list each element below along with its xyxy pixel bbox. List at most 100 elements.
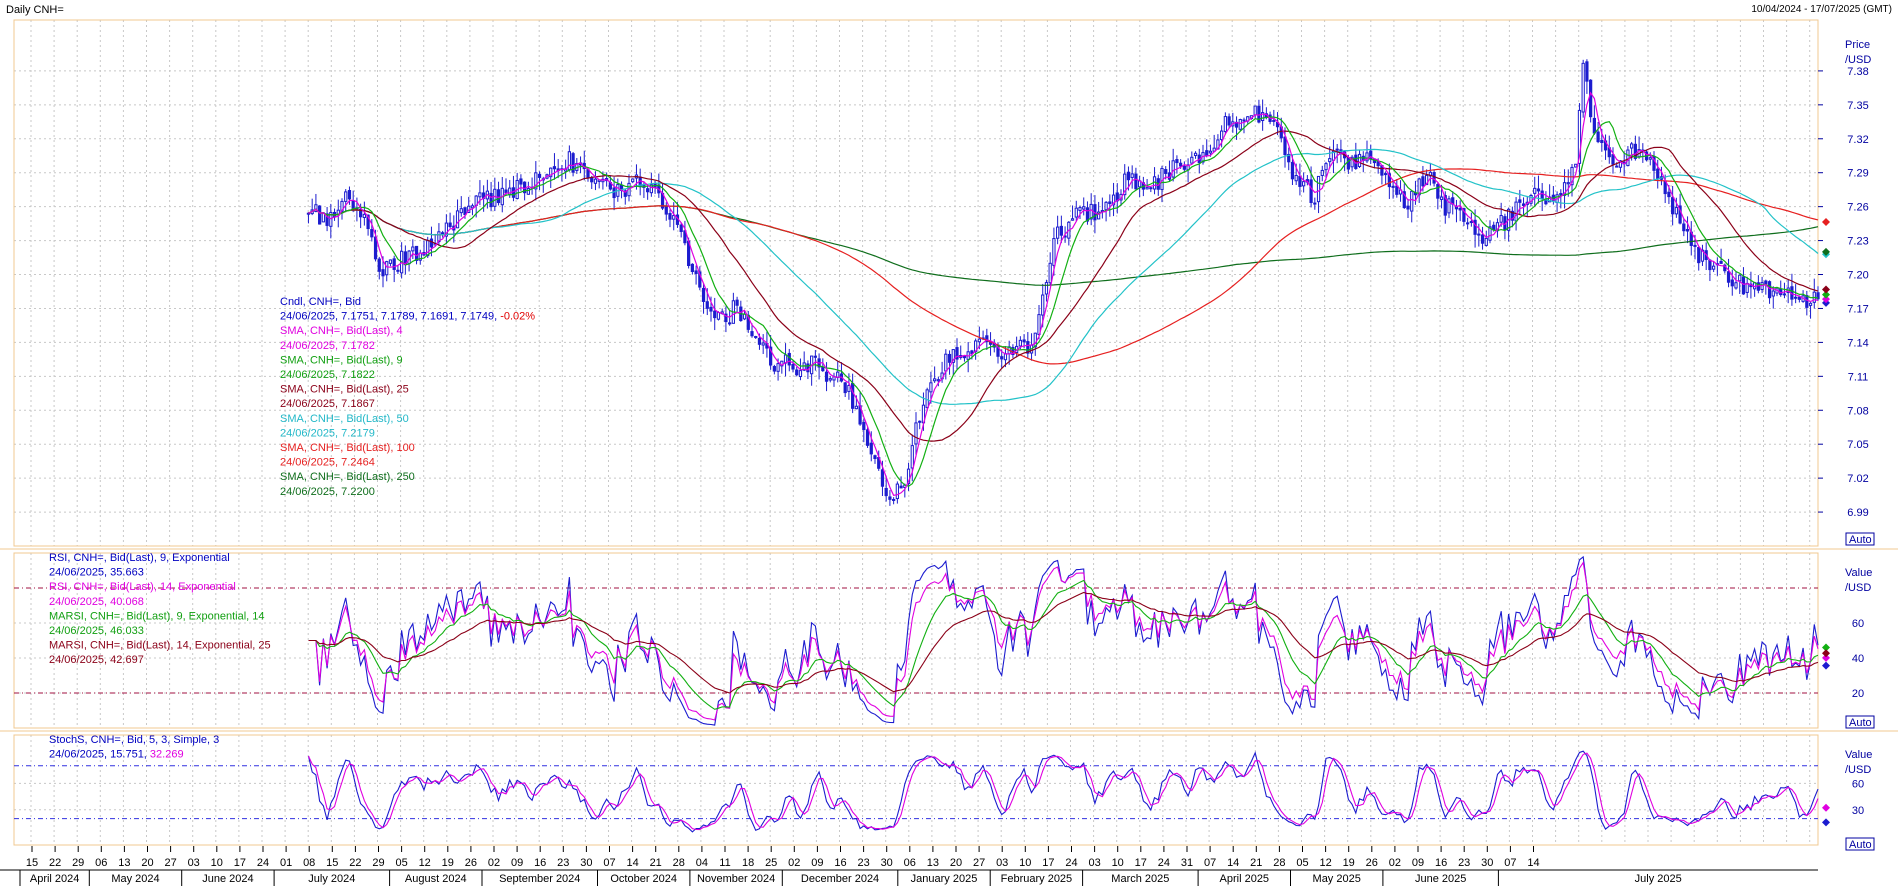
time-tick-label: 03 xyxy=(188,857,200,869)
candle-body xyxy=(1514,201,1518,222)
candle-body xyxy=(787,352,791,366)
candle-body xyxy=(1741,276,1746,295)
price-legend-row: SMA, CNH=, Bid(Last), 50 xyxy=(280,413,409,425)
candle-body xyxy=(1771,290,1775,297)
candle-body xyxy=(1242,119,1246,122)
candle-body xyxy=(1082,206,1086,210)
candle-body xyxy=(1589,79,1593,118)
candle-body xyxy=(865,429,870,446)
time-tick-label: 17 xyxy=(234,857,246,869)
time-tick-label: 16 xyxy=(1435,857,1447,869)
candle-body xyxy=(1410,190,1414,212)
candle-body xyxy=(478,192,482,198)
candle-body xyxy=(1059,225,1063,236)
candle-body xyxy=(370,229,374,238)
time-tick-label: 29 xyxy=(372,857,384,869)
month-label: May 2025 xyxy=(1313,873,1361,885)
candle-body xyxy=(798,370,803,378)
candle-body xyxy=(1018,339,1022,347)
candle-body xyxy=(1175,159,1179,164)
candle-body xyxy=(459,208,463,214)
time-tick-label: 26 xyxy=(1366,857,1378,869)
candle-body xyxy=(1432,172,1436,184)
candle-body xyxy=(1697,247,1701,264)
price-marker-sma25 xyxy=(1822,285,1830,294)
chart-canvas[interactable]: 6.99 7.02 7.05 7.08 7.11 7.14 7.17 7.20 7.23 7.26… xyxy=(0,0,1898,889)
price-legend-row: 24/06/2025, 7.1822 xyxy=(280,369,375,381)
candle-body xyxy=(1223,116,1227,133)
time-tick-label: 08 xyxy=(303,857,315,869)
time-tick-label: 16 xyxy=(534,857,546,869)
rsi-legend-row: 24/06/2025, 35.663 xyxy=(49,567,144,579)
candle-body xyxy=(962,355,967,359)
month-label: April 2025 xyxy=(1220,873,1270,885)
price-tick-label: 7.23 xyxy=(1847,236,1868,248)
month-label: August 2024 xyxy=(405,873,467,885)
candle-body xyxy=(537,173,542,178)
candle-body xyxy=(936,379,940,382)
candle-body xyxy=(884,487,888,497)
candle-body xyxy=(1309,179,1313,203)
price-legend-row: SMA, CNH=, Bid(Last), 25 xyxy=(280,384,409,396)
time-tick-label: 27 xyxy=(164,857,176,869)
candle-body xyxy=(1782,293,1787,296)
candle-body xyxy=(1484,237,1488,246)
candle-body xyxy=(1313,202,1317,205)
time-tick-label: 25 xyxy=(765,857,777,869)
candle-body xyxy=(1302,181,1306,187)
candle-body xyxy=(388,259,393,264)
rsi-marker-marsi14 xyxy=(1822,649,1830,658)
candle-body xyxy=(828,378,832,381)
candle-body xyxy=(944,353,948,372)
candle-body xyxy=(1693,244,1697,247)
candle-body xyxy=(1708,259,1712,271)
candle-body xyxy=(899,485,903,489)
stoch-axis-unit: /USD xyxy=(1845,764,1871,776)
candle-body xyxy=(1328,158,1332,163)
time-tick-label: 21 xyxy=(1250,857,1262,869)
price-tick-label: 7.35 xyxy=(1847,100,1868,112)
candle-body xyxy=(1193,152,1198,157)
time-tick-label: 12 xyxy=(1319,857,1331,869)
candle-body xyxy=(1134,173,1138,190)
price-tick-label: 7.32 xyxy=(1847,134,1868,146)
candle-body xyxy=(862,421,866,431)
time-tick-label: 15 xyxy=(26,857,38,869)
month-label: April 2024 xyxy=(30,873,80,885)
candle-body xyxy=(910,445,914,469)
time-tick-label: 03 xyxy=(996,857,1008,869)
price-auto-label: Auto xyxy=(1849,534,1872,546)
candle-body xyxy=(1182,165,1186,170)
candle-body xyxy=(1335,148,1339,151)
candle-body xyxy=(929,382,933,393)
price-legend-row: 24/06/2025, 7.2464 xyxy=(280,457,375,469)
time-tick-label: 15 xyxy=(326,857,338,869)
candle-body xyxy=(1238,119,1242,130)
candle-body xyxy=(612,187,616,199)
candle-body xyxy=(1130,173,1134,178)
candle-body xyxy=(664,205,668,215)
time-tick-label: 04 xyxy=(696,857,708,869)
candle-body xyxy=(873,455,877,459)
candle-body xyxy=(1179,162,1183,167)
candle-body xyxy=(1477,233,1481,236)
time-tick-label: 26 xyxy=(465,857,477,869)
month-label: June 2024 xyxy=(202,873,253,885)
time-tick-label: 19 xyxy=(1343,857,1355,869)
time-tick-label: 03 xyxy=(1088,857,1100,869)
month-label: January 2025 xyxy=(911,873,978,885)
time-tick-label: 30 xyxy=(580,857,592,869)
candle-body xyxy=(1164,169,1168,174)
time-tick-label: 28 xyxy=(1273,857,1285,869)
candle-body xyxy=(750,331,754,337)
stoch-legend-suffix: 32.269 xyxy=(147,749,184,761)
candle-body xyxy=(1738,274,1742,282)
month-label: October 2024 xyxy=(610,873,677,885)
price-panel[interactable] xyxy=(306,59,1820,506)
rsi-tick-label: 20 xyxy=(1852,688,1864,700)
rsi-legend-row: 24/06/2025, 40.068 xyxy=(49,596,144,608)
candle-body xyxy=(1499,215,1503,223)
time-tick-label: 06 xyxy=(904,857,916,869)
candle-body xyxy=(854,405,858,410)
rsi-auto-label: Auto xyxy=(1849,717,1872,729)
